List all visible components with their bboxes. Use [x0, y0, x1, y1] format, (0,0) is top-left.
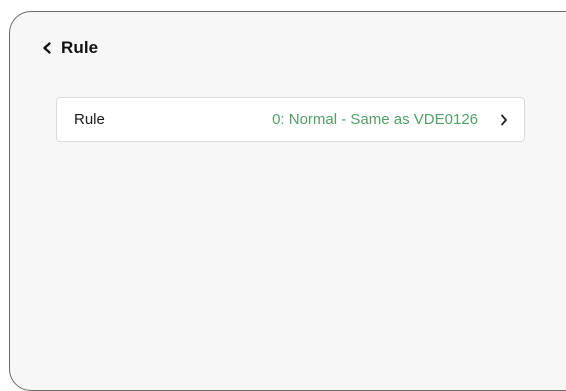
device-screen: Rule Rule 0: Normal - Same as VDE0126	[9, 11, 566, 391]
chevron-right-icon	[500, 114, 508, 126]
chevron-left-icon[interactable]	[40, 41, 54, 55]
page-title: Rule	[61, 38, 99, 57]
rule-setting-row[interactable]: Rule 0: Normal - Same as VDE0126	[56, 97, 525, 142]
back-navigation[interactable]: Rule	[40, 36, 98, 60]
rule-setting-label: Rule	[74, 111, 105, 128]
rule-setting-value: 0: Normal - Same as VDE0126	[272, 111, 478, 128]
